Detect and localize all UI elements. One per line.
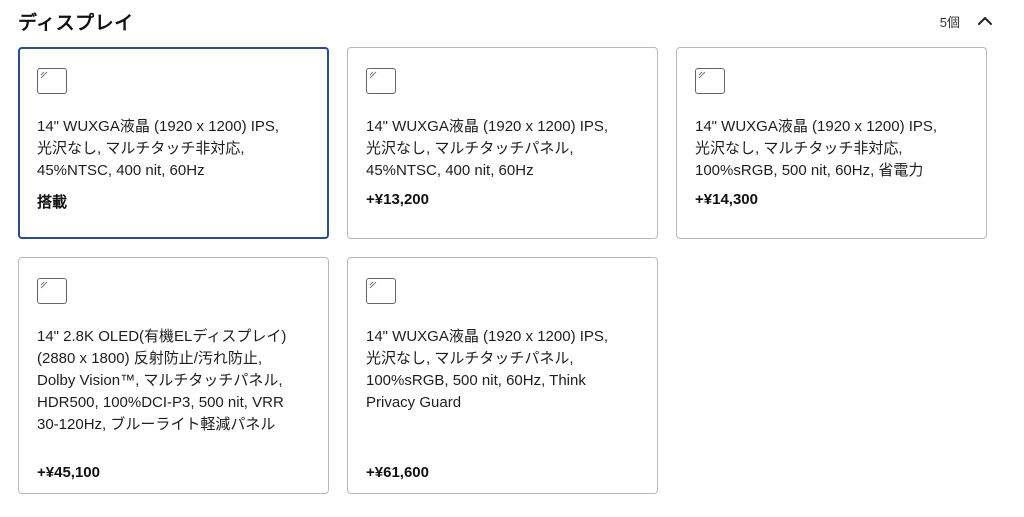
option-description: 14" WUXGA液晶 (1920 x 1200) IPS, 光沢なし, マルチ… — [695, 118, 938, 179]
option-grid: 14" WUXGA液晶 (1920 x 1200) IPS, 光沢なし, マルチ… — [18, 47, 987, 494]
display-thumbnail-icon — [37, 68, 67, 94]
option-price: 搭載 — [37, 194, 68, 211]
option-price: +¥14,300 — [695, 191, 758, 208]
display-thumbnail-icon — [366, 68, 396, 94]
display-thumbnail-icon — [695, 68, 725, 94]
header-right: 5個 — [940, 10, 996, 32]
display-thumbnail-icon — [37, 278, 67, 304]
option-description: 14" WUXGA液晶 (1920 x 1200) IPS, 光沢なし, マルチ… — [366, 328, 609, 411]
option-count: 5個 — [939, 14, 960, 30]
option-card-5[interactable]: 14" WUXGA液晶 (1920 x 1200) IPS, 光沢なし, マルチ… — [347, 257, 658, 494]
display-section: ディスプレイ 5個 14" WUXGA液晶 (1920 x 1200) IPS,… — [0, 0, 1024, 517]
option-description: 14" 2.8K OLED(有機ELディスプレイ) (2880 x 1800) … — [37, 328, 287, 433]
option-card-3[interactable]: 14" WUXGA液晶 (1920 x 1200) IPS, 光沢なし, マルチ… — [676, 47, 987, 239]
chevron-up-icon — [978, 17, 992, 25]
option-price: +¥61,600 — [366, 464, 429, 481]
option-price: +¥13,200 — [366, 191, 429, 208]
section-title: ディスプレイ — [18, 12, 134, 34]
section-header: ディスプレイ 5個 — [18, 8, 996, 34]
option-card-1[interactable]: 14" WUXGA液晶 (1920 x 1200) IPS, 光沢なし, マルチ… — [18, 47, 329, 239]
option-card-2[interactable]: 14" WUXGA液晶 (1920 x 1200) IPS, 光沢なし, マルチ… — [347, 47, 658, 239]
collapse-button[interactable] — [974, 10, 996, 32]
display-thumbnail-icon — [366, 278, 396, 304]
option-description: 14" WUXGA液晶 (1920 x 1200) IPS, 光沢なし, マルチ… — [366, 118, 609, 179]
option-description: 14" WUXGA液晶 (1920 x 1200) IPS, 光沢なし, マルチ… — [37, 118, 280, 179]
option-card-4[interactable]: 14" 2.8K OLED(有機ELディスプレイ) (2880 x 1800) … — [18, 257, 329, 494]
option-price: +¥45,100 — [37, 464, 100, 481]
